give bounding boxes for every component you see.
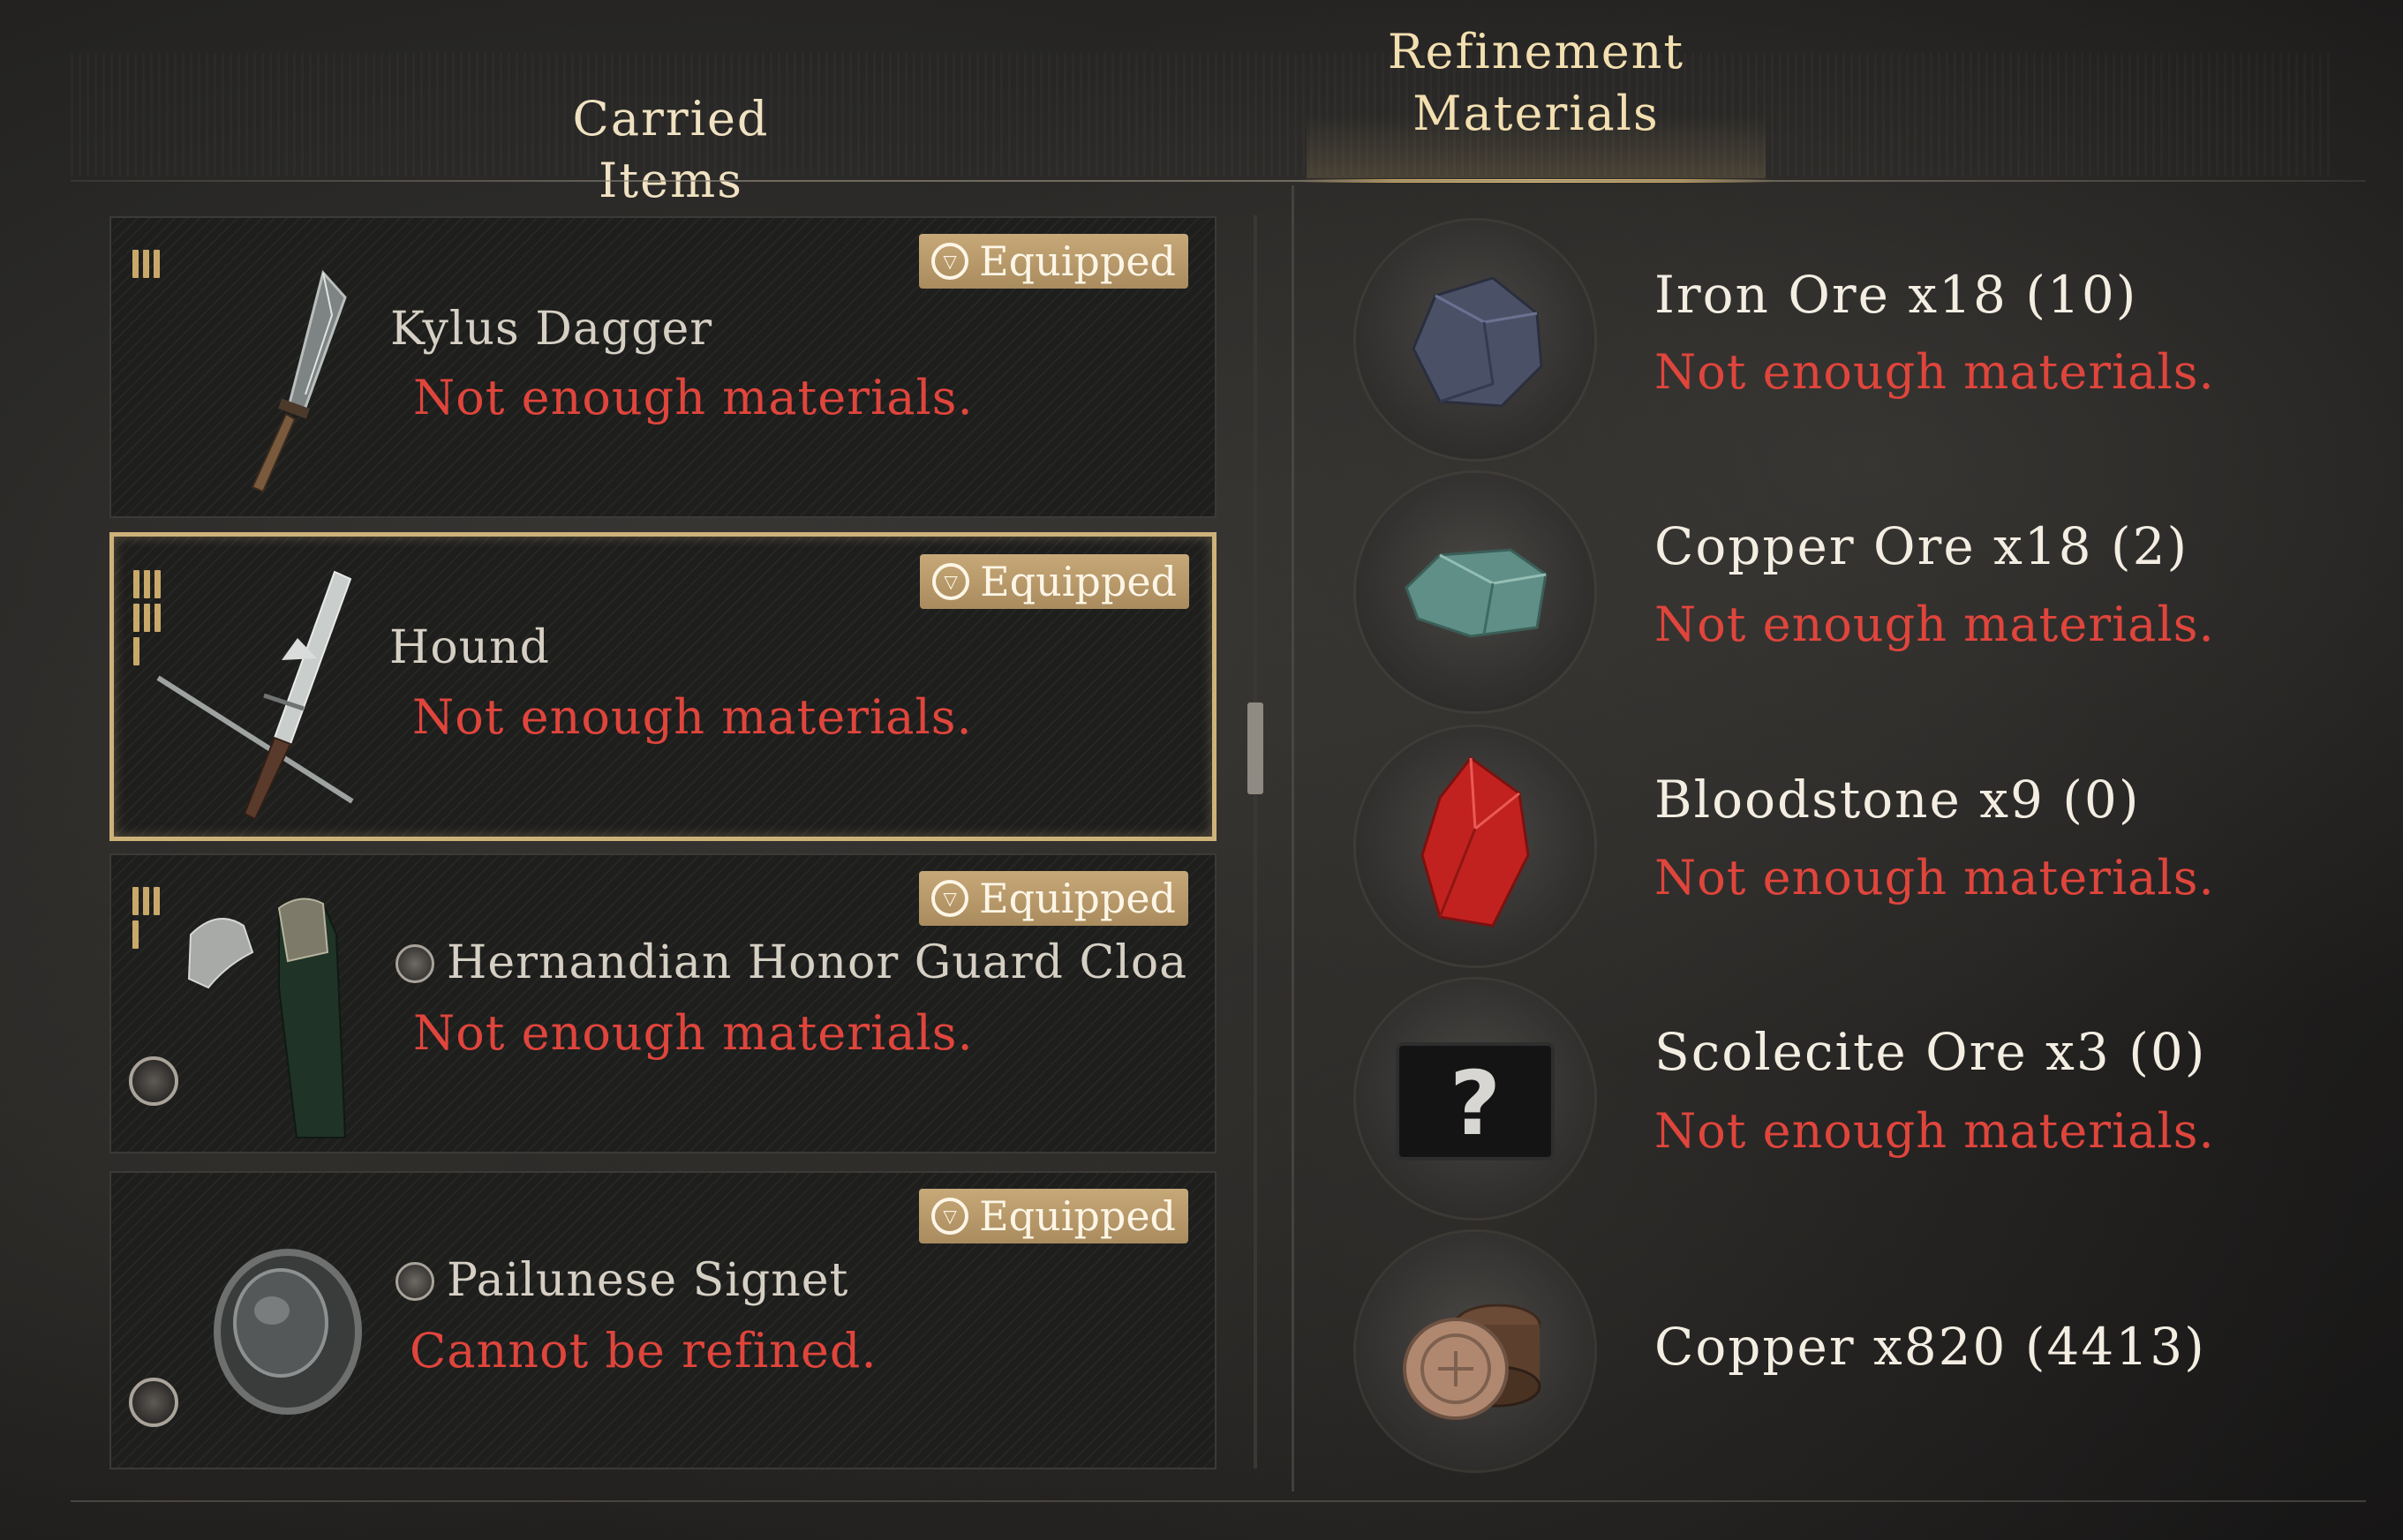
copper-ore-icon [1405, 548, 1548, 638]
material-scolecite-ore: ? [1356, 980, 1594, 1218]
copper-coins-icon [1403, 1303, 1541, 1420]
cloak-icon [187, 898, 347, 1138]
equipped-label: Equipped [980, 558, 1177, 605]
item-card-hernandian-cloak[interactable]: ▽ Equipped Hernandian Honor Guard Cloa N… [109, 853, 1217, 1153]
header-divider [71, 180, 2366, 182]
material-name: Bloodstone x9 (0) [1654, 770, 2141, 830]
bloodstone-icon [1420, 755, 1530, 928]
item-card-kylus-dagger[interactable]: ▽ Equipped Kylus Dagger Not enough mater… [109, 216, 1217, 518]
material-name: Scolecite Ore x3 (0) [1654, 1022, 2207, 1082]
tab-carried-items[interactable]: Carried Items [494, 88, 847, 212]
material-status: Not enough materials. [1654, 344, 2215, 400]
equipped-badge: ▽ Equipped [920, 554, 1189, 609]
material-status: Not enough materials. [1654, 597, 2215, 652]
item-name: Hernandian Honor Guard Cloa [395, 936, 1187, 989]
item-status: Not enough materials. [412, 689, 973, 745]
equipped-badge: ▽ Equipped [919, 1189, 1188, 1243]
item-name-text: Pailunese Signet [447, 1254, 849, 1307]
material-copper [1356, 1232, 1594, 1470]
scrollbar-thumb[interactable] [1247, 702, 1263, 794]
material-status: Not enough materials. [1654, 1103, 2215, 1159]
item-card-pailunese-signet[interactable]: ▽ Equipped Pailunese Signet Cannot be re… [109, 1171, 1217, 1469]
unknown-item-icon: ? [1396, 1042, 1555, 1161]
footer-divider [71, 1500, 2366, 1502]
material-status: Not enough materials. [1654, 850, 2215, 905]
equipped-badge: ▽ Equipped [919, 234, 1188, 289]
set-crest-icon [395, 944, 434, 983]
material-name: Copper x820 (4413) [1654, 1317, 2206, 1377]
equipped-icon: ▽ [931, 243, 969, 280]
svg-text:?: ? [1450, 1052, 1501, 1155]
equipped-icon: ▽ [931, 880, 969, 917]
scrollbar-track[interactable] [1254, 215, 1257, 1469]
crest-icon [129, 1056, 178, 1106]
item-status: Cannot be refined. [410, 1323, 878, 1378]
set-crest-icon [395, 1262, 434, 1301]
item-status: Not enough materials. [413, 370, 974, 425]
ring-icon [214, 1249, 362, 1415]
material-iron-ore [1356, 221, 1594, 459]
sword-icon [156, 570, 354, 821]
header-band [71, 53, 2331, 177]
item-card-hound[interactable]: ▽ Equipped Hound Not enough materials. [109, 532, 1217, 841]
tab-refinement-line1: Refinement [1387, 24, 1685, 79]
equipped-label: Equipped [979, 875, 1176, 922]
equipped-badge: ▽ Equipped [919, 871, 1188, 926]
equipped-icon: ▽ [931, 1198, 969, 1235]
item-name: Pailunese Signet [395, 1254, 848, 1307]
item-name: Hound [389, 621, 550, 674]
material-name: Copper Ore x18 (2) [1654, 516, 2189, 576]
item-name: Kylus Dagger [390, 303, 713, 356]
panel-divider [1292, 185, 1294, 1491]
crest-icon [129, 1378, 178, 1427]
material-bloodstone [1356, 727, 1594, 965]
iron-ore-icon [1412, 276, 1543, 408]
material-name: Iron Ore x18 (10) [1654, 265, 2138, 325]
equipped-label: Equipped [979, 1192, 1176, 1240]
tab-refinement-line2: Materials [1412, 86, 1660, 141]
dagger-icon [251, 269, 347, 493]
equipped-icon: ▽ [932, 563, 970, 600]
equipped-label: Equipped [979, 237, 1176, 285]
item-status: Not enough materials. [413, 1005, 974, 1061]
item-name-text: Hernandian Honor Guard Cloa [447, 936, 1188, 989]
tab-refinement-materials[interactable]: Refinement Materials [1351, 21, 1721, 145]
material-copper-ore [1356, 473, 1594, 711]
tier-3-icon [132, 250, 160, 278]
